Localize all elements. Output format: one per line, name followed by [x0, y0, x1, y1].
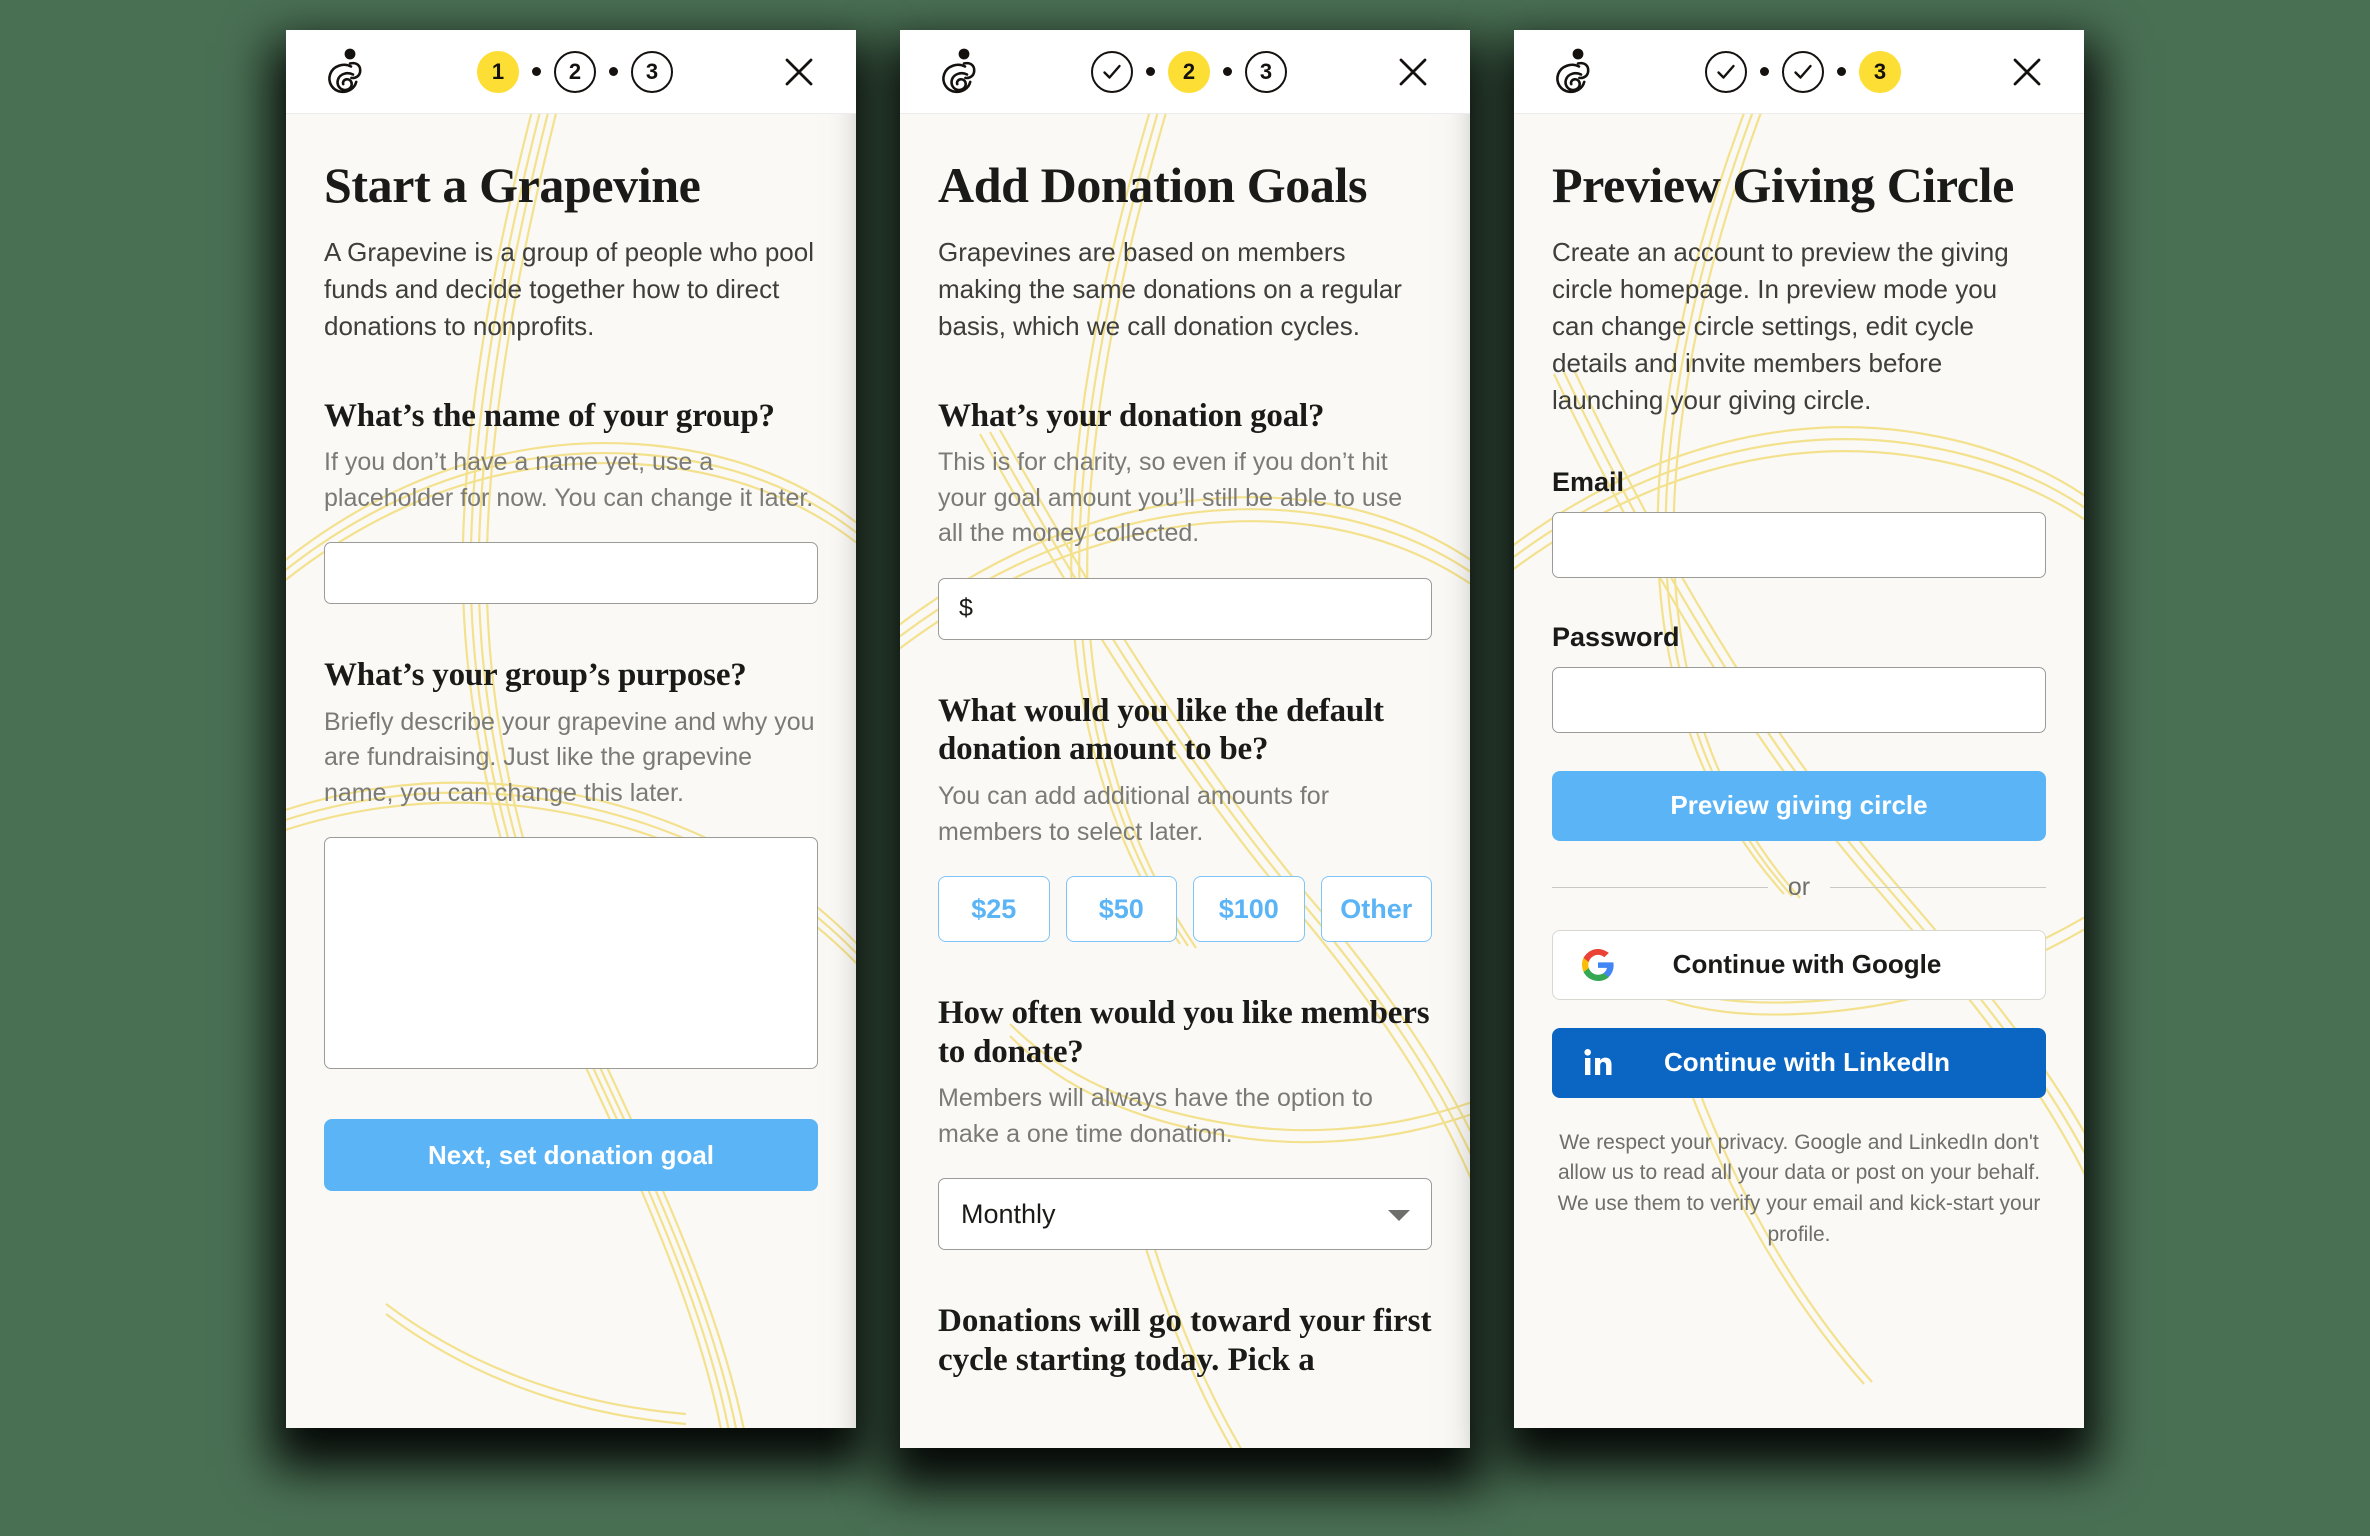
- step-separator-dot: [1223, 67, 1232, 76]
- default-amount-question: What would you like the default donation…: [938, 692, 1384, 768]
- email-field[interactable]: [1552, 511, 2046, 578]
- step-1[interactable]: 1: [477, 50, 519, 93]
- step-separator-dot: [1146, 67, 1155, 76]
- panel-2-content: Add Donation Goals Grapevines are based …: [938, 158, 1432, 1379]
- close-button[interactable]: [776, 49, 822, 95]
- step-2-completed[interactable]: [1782, 50, 1824, 93]
- panel-1-body: Start a Grapevine A Grapevine is a group…: [286, 114, 856, 1428]
- group-name-question: What’s the name of your group?: [324, 397, 775, 434]
- group-purpose-textarea[interactable]: [324, 837, 818, 1070]
- check-icon: [1794, 64, 1812, 79]
- password-field[interactable]: [1552, 666, 2046, 733]
- donation-frequency-select-wrap: MonthlyWeeklyQuarterlyYearly: [938, 1178, 1432, 1251]
- divider-line-left: [1552, 886, 1768, 888]
- check-icon: [1717, 64, 1735, 79]
- preview-giving-circle-button[interactable]: Preview giving circle: [1552, 770, 2046, 841]
- close-button[interactable]: [2004, 49, 2050, 95]
- donation-frequency-select[interactable]: MonthlyWeeklyQuarterlyYearly: [938, 1178, 1432, 1251]
- panel-3-body: Preview Giving Circle Create an account …: [1514, 114, 2084, 1428]
- panel-1-header: 1 2 3: [286, 30, 856, 114]
- amount-chip-50[interactable]: $50: [1065, 876, 1177, 943]
- page-description: A Grapevine is a group of people who poo…: [324, 237, 815, 341]
- amount-chip-100[interactable]: $100: [1193, 876, 1305, 943]
- donation-goal-help: This is for charity, so even if you don’…: [938, 448, 1403, 548]
- step-separator-dot: [532, 67, 541, 76]
- step-separator-dot: [1760, 67, 1769, 76]
- close-icon: [785, 58, 813, 85]
- onboarding-panel-step-3: 3 Preview Giving Circle Create an accoun…: [1514, 30, 2084, 1428]
- onboarding-panel-step-1: 1 2 3 Start a Grapevine A Grapevine is a…: [286, 30, 856, 1428]
- next-set-donation-goal-button[interactable]: Next, set donation goal: [324, 1119, 818, 1192]
- continue-with-linkedin-button[interactable]: Continue with LinkedIn: [1552, 1027, 2046, 1098]
- page-description: Create an account to preview the giving …: [1552, 237, 2009, 415]
- linkedin-button-label: Continue with LinkedIn: [1664, 1047, 1950, 1078]
- donation-frequency-question: How often would you like members to dona…: [938, 995, 1430, 1070]
- close-icon: [1399, 58, 1427, 85]
- step-indicator: 2 3: [988, 50, 1390, 93]
- panel-2-body: Add Donation Goals Grapevines are based …: [900, 114, 1470, 1448]
- step-2[interactable]: 2: [554, 50, 596, 93]
- donation-frequency-help: Members will always have the option to m…: [938, 1084, 1373, 1148]
- amount-chip-other[interactable]: Other: [1320, 876, 1432, 943]
- group-purpose-section: What’s your group’s purpose? Briefly des…: [324, 656, 818, 1070]
- group-name-section: What’s the name of your group? If you do…: [324, 397, 818, 605]
- divider-line-right: [1830, 886, 2047, 888]
- panel-2-header: 2 3: [900, 30, 1470, 114]
- step-indicator: 1 2 3: [374, 50, 776, 93]
- page-title: Add Donation Goals: [938, 157, 1368, 213]
- group-name-help: If you don’t have a name yet, use a plac…: [324, 448, 814, 512]
- step-separator-dot: [609, 67, 618, 76]
- password-label: Password: [1552, 621, 1680, 652]
- step-indicator: 3: [1602, 50, 2004, 93]
- page-title: Preview Giving Circle: [1552, 157, 2014, 213]
- grapevine-logo: [328, 48, 362, 93]
- step-2[interactable]: 2: [1168, 50, 1210, 93]
- group-name-input[interactable]: [324, 542, 818, 605]
- step-1-completed[interactable]: [1091, 50, 1133, 93]
- group-purpose-question: What’s your group’s purpose?: [324, 657, 747, 694]
- donation-goal-section: What’s your donation goal? This is for c…: [938, 397, 1432, 640]
- step-3[interactable]: 3: [1859, 50, 1901, 93]
- first-cycle-heading: Donations will go toward your first cycl…: [938, 1303, 1432, 1378]
- default-amount-help: You can add additional amounts for membe…: [938, 782, 1330, 846]
- default-amount-section: What would you like the default donation…: [938, 692, 1432, 943]
- page-title: Start a Grapevine: [324, 157, 701, 213]
- email-label: Email: [1552, 466, 1625, 497]
- donation-frequency-section: How often would you like members to dona…: [938, 994, 1432, 1251]
- group-purpose-help: Briefly describe your grapevine and why …: [324, 707, 815, 807]
- or-label: or: [1787, 872, 1811, 901]
- google-button-label: Continue with Google: [1672, 949, 1942, 980]
- amount-chip-25[interactable]: $25: [938, 876, 1050, 943]
- grapevine-logo: [942, 48, 976, 93]
- page-description: Grapevines are based on members making t…: [938, 237, 1402, 341]
- panel-3-header: 3: [1514, 30, 2084, 114]
- close-icon: [2013, 58, 2041, 85]
- panels-stage: 1 2 3 Start a Grapevine A Grapevine is a…: [0, 0, 2370, 1536]
- donation-goal-question: What’s your donation goal?: [938, 397, 1325, 434]
- or-divider: or: [1552, 872, 2047, 902]
- grapevine-logo: [1556, 48, 1590, 93]
- onboarding-panel-step-2: 2 3 Add Donation Goals Grapevines are ba…: [900, 30, 1470, 1448]
- step-1-completed[interactable]: [1705, 50, 1747, 93]
- amount-chip-group: $25 $50 $100 Other: [938, 876, 1432, 943]
- close-button[interactable]: [1390, 49, 1436, 95]
- donation-goal-input[interactable]: [938, 577, 1432, 640]
- step-3[interactable]: 3: [1245, 50, 1287, 93]
- step-3[interactable]: 3: [631, 50, 673, 93]
- step-separator-dot: [1837, 67, 1846, 76]
- panel-3-content: Preview Giving Circle Create an account …: [1552, 157, 2047, 1250]
- check-icon: [1103, 64, 1121, 79]
- panel-1-content: Start a Grapevine A Grapevine is a group…: [324, 157, 818, 1192]
- continue-with-google-button[interactable]: Continue with Google: [1552, 929, 2046, 1000]
- privacy-note: We respect your privacy. Google and Link…: [1557, 1130, 2041, 1246]
